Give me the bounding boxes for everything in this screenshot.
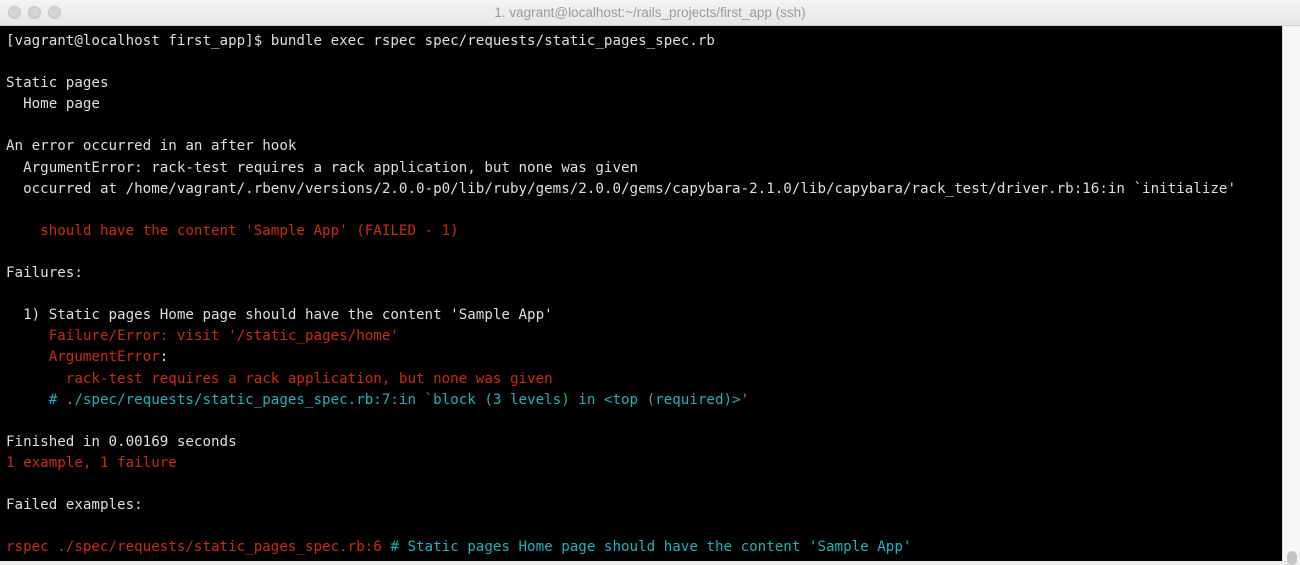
terminal-text-red: rspec ./spec/requests/static_pages_spec.…	[6, 539, 382, 556]
terminal-line: [vagrant@localhost first_app]$ bundle ex…	[6, 31, 1236, 52]
terminal-text-white: occurred at /home/vagrant/.rbenv/version…	[6, 180, 1236, 197]
terminal-text-white: An error occurred in an after hook	[6, 138, 297, 155]
terminal-output[interactable]: [vagrant@localhost first_app]$ bundle ex…	[0, 26, 1282, 561]
terminal-line: An error occurred in an after hook	[6, 136, 1236, 157]
terminal-line: Failures:	[6, 263, 1236, 284]
terminal-line: # ./spec/requests/static_pages_spec.rb:7…	[6, 390, 1236, 411]
terminal-line: Failure/Error: visit '/static_pages/home…	[6, 326, 1236, 347]
terminal-text-white: :	[159, 349, 169, 366]
window-titlebar: 1. vagrant@localhost:~/rails_projects/fi…	[0, 0, 1300, 26]
terminal-text-white: Static pages	[6, 75, 109, 92]
terminal-text-red: 1 example, 1 failure	[6, 454, 177, 471]
terminal-line: ArgumentError:	[6, 347, 1236, 368]
terminal-text-red: ArgumentError	[6, 349, 160, 366]
terminal-line: Home page	[6, 94, 1236, 115]
terminal-text-red: Failure/Error: visit '/static_pages/home…	[6, 328, 399, 345]
terminal-line: 1) Static pages Home page should have th…	[6, 305, 1236, 326]
terminal-text-white: ArgumentError: rack-test requires a rack…	[6, 159, 639, 176]
terminal-line: Failed examples:	[6, 495, 1236, 516]
terminal-text-white: Home page	[6, 96, 100, 113]
terminal-line: should have the content 'Sample App' (FA…	[6, 221, 1236, 242]
terminal-text-white: 1) Static pages Home page should have th…	[6, 307, 553, 324]
terminal-line: ArgumentError: rack-test requires a rack…	[6, 158, 1236, 179]
terminal-line: occurred at /home/vagrant/.rbenv/version…	[6, 179, 1236, 200]
terminal-line: 1 example, 1 failure	[6, 453, 1236, 474]
terminal-text-red: should have the content 'Sample App' (FA…	[6, 222, 459, 239]
terminal-text-cyan: # Static pages Home page should have the…	[381, 539, 912, 556]
terminal-line: Static pages	[6, 73, 1236, 94]
terminal-line: rspec ./spec/requests/static_pages_spec.…	[6, 537, 1236, 558]
terminal-text-white: Finished in 0.00169 seconds	[6, 433, 237, 450]
terminal-text-white: Failed examples:	[6, 497, 143, 514]
window-title: 1. vagrant@localhost:~/rails_projects/fi…	[494, 5, 806, 20]
scrollbar[interactable]	[1282, 26, 1300, 565]
terminal-text-red: rack-test requires a rack application, b…	[6, 370, 553, 387]
terminal-text-white: Failures:	[6, 265, 83, 282]
scrollbar-thumb[interactable]	[1287, 551, 1297, 565]
terminal-text-white: [vagrant@localhost first_app]$ bundle ex…	[6, 33, 715, 49]
terminal-line: Finished in 0.00169 seconds	[6, 432, 1236, 453]
terminal-text-cyan: # ./spec/requests/static_pages_spec.rb:7…	[6, 391, 750, 408]
terminal-lines: [vagrant@localhost first_app]$ bundle ex…	[6, 31, 1236, 558]
terminal-line: rack-test requires a rack application, b…	[6, 369, 1236, 390]
